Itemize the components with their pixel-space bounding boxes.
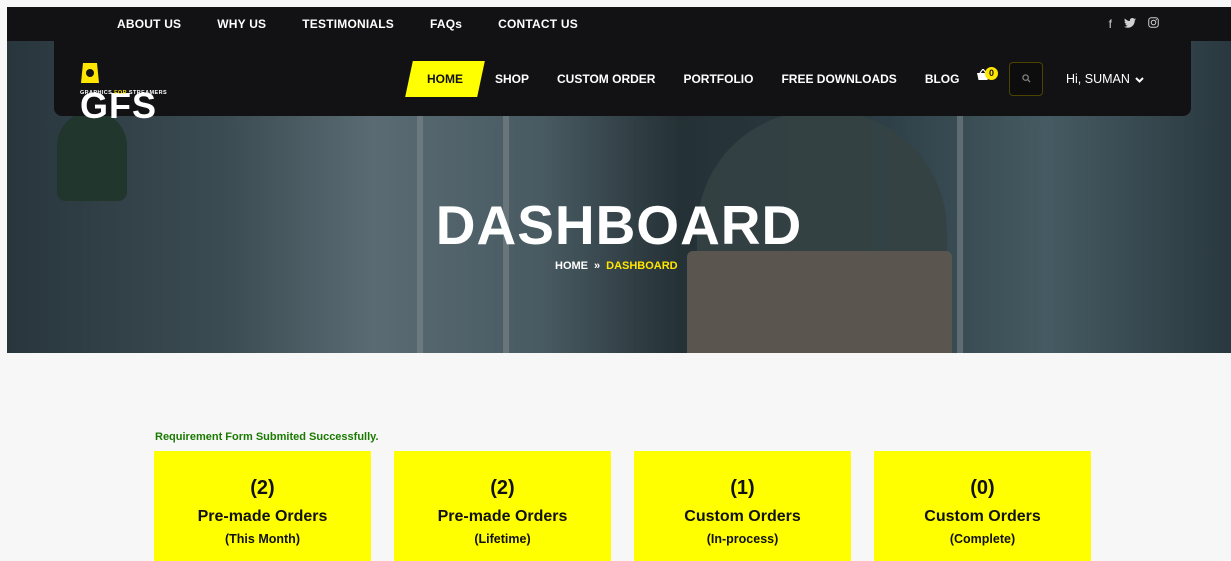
stat-count: (1): [730, 477, 755, 499]
stat-count: (0): [970, 477, 995, 499]
chevron-down-icon: [1133, 75, 1145, 85]
instagram-icon[interactable]: [1148, 17, 1159, 31]
search-icon: [1021, 74, 1031, 86]
stat-card[interactable]: (2) Pre-made Orders (Lifetime): [394, 451, 611, 561]
breadcrumb-current: DASHBOARD: [606, 260, 678, 272]
stat-title: Pre-made Orders: [437, 508, 568, 525]
stat-title: Pre-made Orders: [197, 508, 328, 525]
nav-home[interactable]: HOME: [405, 61, 485, 97]
user-greeting: Hi, SUMAN: [1066, 72, 1130, 86]
twitter-icon[interactable]: [1124, 17, 1136, 31]
top-bar: ABOUT US WHY US TESTIMONIALS FAQs CONTAC…: [7, 7, 1231, 41]
page-title: DASHBOARD: [435, 194, 803, 256]
search-button[interactable]: [1009, 62, 1043, 96]
success-message: Requirement Form Submited Successfully.: [155, 431, 379, 443]
stat-subtitle: (Lifetime): [474, 532, 531, 546]
stat-title: Custom Orders: [684, 508, 801, 525]
stat-subtitle: (In-process): [706, 532, 779, 546]
stat-subtitle: (This Month): [225, 532, 300, 546]
top-link-faqs[interactable]: FAQs: [430, 17, 462, 31]
facebook-icon[interactable]: f: [1109, 17, 1112, 31]
top-link-why-us[interactable]: WHY US: [217, 17, 266, 31]
nav-shop[interactable]: SHOP: [495, 72, 529, 86]
top-links: ABOUT US WHY US TESTIMONIALS FAQs CONTAC…: [117, 7, 614, 41]
cart-button[interactable]: 0: [976, 67, 998, 89]
site-logo[interactable]: GFS GRAPHICS FOR STREAMERS: [80, 55, 180, 124]
breadcrumb-home[interactable]: HOME: [555, 260, 588, 272]
stat-card[interactable]: (2) Pre-made Orders (This Month): [154, 451, 371, 561]
main-nav: GFS GRAPHICS FOR STREAMERS HOME SHOP CUS…: [54, 41, 1191, 124]
nav-blog[interactable]: BLOG: [925, 72, 960, 86]
stat-subtitle: (Complete): [949, 532, 1016, 546]
social-links: f: [1109, 7, 1159, 41]
top-link-contact[interactable]: CONTACT US: [498, 17, 578, 31]
stat-count: (2): [250, 477, 275, 499]
nav-portfolio[interactable]: PORTFOLIO: [683, 72, 753, 86]
breadcrumb-separator: »: [594, 260, 601, 272]
primary-menu: HOME SHOP CUSTOM ORDER PORTFOLIO FREE DO…: [405, 61, 987, 97]
breadcrumb: HOME » DASHBOARD: [555, 260, 678, 272]
top-link-testimonials[interactable]: TESTIMONIALS: [302, 17, 394, 31]
user-menu[interactable]: Hi, SUMAN: [1066, 72, 1145, 86]
stat-count: (2): [490, 477, 515, 499]
logo-mark: GFS: [80, 55, 180, 124]
top-link-about[interactable]: ABOUT US: [117, 17, 181, 31]
stat-title: Custom Orders: [924, 508, 1041, 525]
logo-tagline: GRAPHICS FOR STREAMERS: [80, 90, 168, 96]
stat-card[interactable]: (1) Custom Orders (In-process): [634, 451, 851, 561]
nav-free-downloads[interactable]: FREE DOWNLOADS: [781, 72, 896, 86]
nav-custom-order[interactable]: CUSTOM ORDER: [557, 72, 655, 86]
cart-count-badge: 0: [985, 67, 998, 80]
stat-card[interactable]: (0) Custom Orders (Complete): [874, 451, 1091, 561]
order-stats: (2) Pre-made Orders (This Month) (2) Pre…: [154, 451, 1091, 561]
